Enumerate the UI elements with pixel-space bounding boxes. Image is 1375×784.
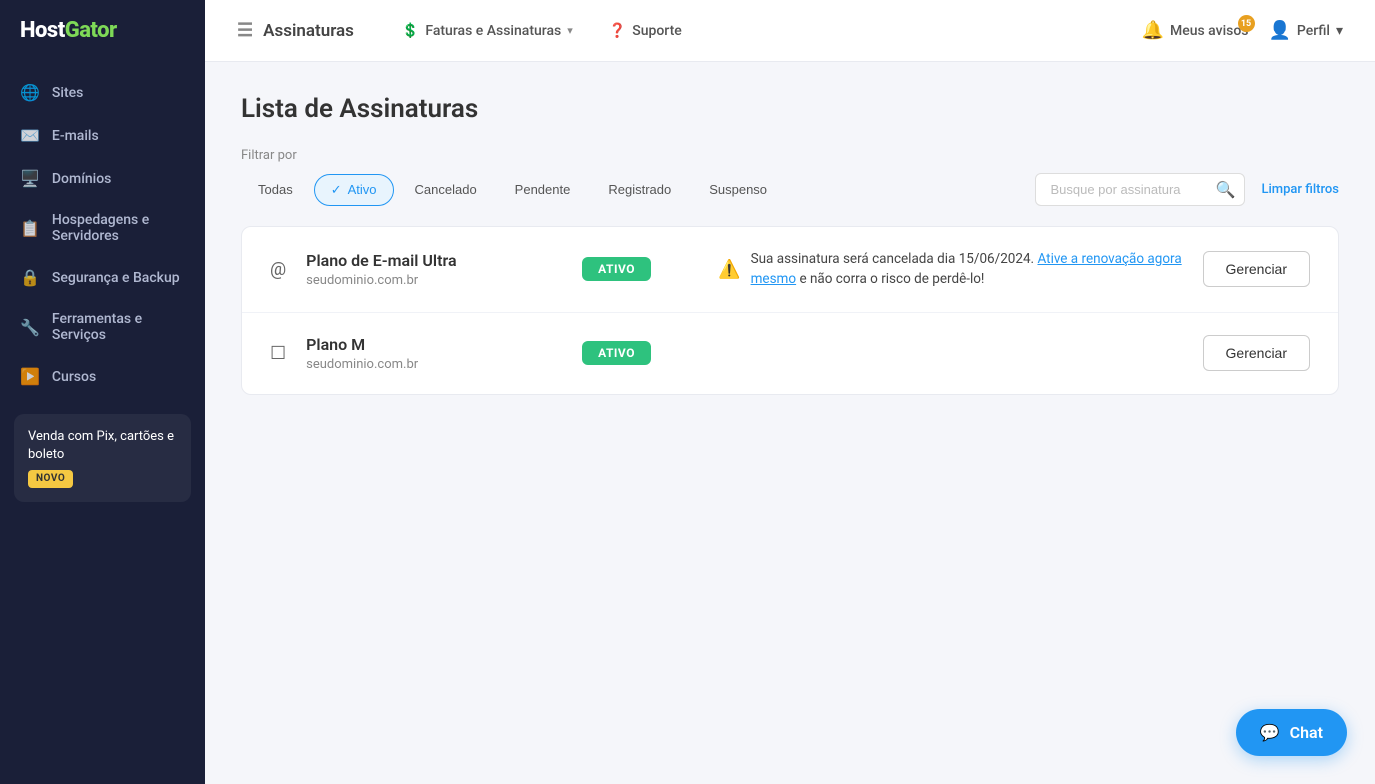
sub-name: Plano M — [306, 335, 566, 354]
renew-link[interactable]: Ative a renovação agora mesmo — [751, 251, 1182, 287]
status-badge: ATIVO — [582, 257, 651, 281]
sidebar-item-cursos[interactable]: ▶️ Cursos — [0, 355, 205, 398]
topbar: ☰ Assinaturas 💲 Faturas e Assinaturas ▾ … — [205, 0, 1375, 62]
sub-alert: ⚠️ Sua assinatura será cancelada dia 15/… — [718, 249, 1186, 290]
topbar-title-icon: ☰ — [237, 20, 253, 41]
filter-search-wrapper: 🔍 Limpar filtros — [1035, 173, 1339, 206]
checkmark-icon: ✓ — [331, 182, 342, 198]
search-icon: 🔍 — [1216, 180, 1236, 199]
sidebar-item-label: Domínios — [52, 171, 111, 187]
filter-label: Filtrar por — [241, 148, 1339, 163]
page-title: Lista de Assinaturas — [241, 94, 1339, 124]
novo-badge: NOVO — [28, 470, 73, 488]
sub-action: Gerenciar — [1203, 251, 1310, 287]
sidebar-item-sites[interactable]: 🌐 Sites — [0, 71, 205, 114]
table-row: @ Plano de E-mail Ultra seudominio.com.b… — [242, 227, 1338, 313]
faturas-label: Faturas e Assinaturas — [425, 23, 561, 39]
chat-button[interactable]: 💬 Chat — [1236, 709, 1347, 756]
faturas-icon: 💲 — [402, 23, 419, 39]
sub-status: ATIVO — [582, 341, 702, 365]
topbar-nav-suporte[interactable]: ❓ Suporte — [593, 15, 698, 47]
topbar-title: Assinaturas — [263, 21, 354, 41]
alert-text: Sua assinatura será cancelada dia 15/06/… — [751, 249, 1187, 290]
sidebar-item-label: Hospedagens e Servidores — [52, 212, 185, 244]
sub-name: Plano de E-mail Ultra — [306, 251, 566, 270]
sidebar-item-emails[interactable]: ✉️ E-mails — [0, 114, 205, 157]
filter-pendente[interactable]: Pendente — [498, 174, 588, 205]
notifications-button[interactable]: 🔔 15 Meus avisos — [1142, 20, 1249, 41]
filter-todas[interactable]: Todas — [241, 174, 310, 205]
emails-icon: ✉️ — [20, 126, 40, 145]
sidebar: HostGator 🌐 Sites ✉️ E-mails 🖥️ Domínios… — [0, 0, 205, 784]
filter-ativo[interactable]: ✓ Ativo — [314, 174, 394, 206]
clear-filters-button[interactable]: Limpar filtros — [1261, 182, 1339, 197]
manage-button-2[interactable]: Gerenciar — [1203, 335, 1310, 371]
sidebar-nav: 🌐 Sites ✉️ E-mails 🖥️ Domínios 📋 Hospeda… — [0, 61, 205, 784]
user-icon: 👤 — [1269, 20, 1291, 41]
suporte-label: Suporte — [632, 23, 682, 39]
hosting-plan-icon: ☐ — [270, 343, 286, 364]
bell-icon: 🔔 — [1142, 20, 1164, 41]
profile-label: Perfil — [1297, 23, 1330, 39]
sidebar-promo[interactable]: Venda com Pix, cartões e boleto NOVO — [14, 414, 191, 502]
seguranca-icon: 🔒 — [20, 268, 40, 287]
sub-domain: seudominio.com.br — [306, 357, 566, 372]
subscription-list: @ Plano de E-mail Ultra seudominio.com.b… — [241, 226, 1339, 395]
notification-badge: 15 — [1238, 15, 1255, 32]
filter-bar: Todas ✓ Ativo Cancelado Pendente Registr… — [241, 173, 1339, 206]
sidebar-item-ferramentas[interactable]: 🔧 Ferramentas e Serviços — [0, 299, 205, 355]
filter-section: Filtrar por Todas ✓ Ativo Cancelado Pend… — [241, 148, 1339, 206]
sub-domain: seudominio.com.br — [306, 273, 566, 288]
sidebar-item-dominios[interactable]: 🖥️ Domínios — [0, 157, 205, 200]
suporte-icon: ❓ — [609, 23, 626, 39]
filter-search: 🔍 — [1035, 173, 1245, 206]
sidebar-item-label: Ferramentas e Serviços — [52, 311, 185, 343]
sites-icon: 🌐 — [20, 83, 40, 102]
sub-status: ATIVO — [582, 257, 702, 281]
logo: HostGator — [0, 0, 205, 61]
sub-info: Plano M seudominio.com.br — [306, 335, 566, 372]
manage-button-1[interactable]: Gerenciar — [1203, 251, 1310, 287]
topbar-actions: 🔔 15 Meus avisos 👤 Perfil ▾ — [1142, 20, 1343, 41]
profile-chevron-icon: ▾ — [1336, 23, 1343, 39]
sub-action: Gerenciar — [1203, 335, 1310, 371]
main-content: ☰ Assinaturas 💲 Faturas e Assinaturas ▾ … — [205, 0, 1375, 784]
search-input[interactable] — [1035, 173, 1245, 206]
sidebar-item-label: Cursos — [52, 369, 96, 385]
dominios-icon: 🖥️ — [20, 169, 40, 188]
chat-icon: 💬 — [1260, 723, 1280, 742]
sidebar-item-label: E-mails — [52, 128, 99, 144]
profile-button[interactable]: 👤 Perfil ▾ — [1269, 20, 1344, 41]
alert-icon: ⚠️ — [718, 259, 740, 280]
sidebar-item-label: Segurança e Backup — [52, 270, 180, 286]
sidebar-item-hospedagens[interactable]: 📋 Hospedagens e Servidores — [0, 200, 205, 256]
sub-info: Plano de E-mail Ultra seudominio.com.br — [306, 251, 566, 288]
topbar-title-section: ☰ Assinaturas — [237, 20, 354, 41]
email-plan-icon: @ — [270, 259, 286, 280]
filter-registrado[interactable]: Registrado — [591, 174, 688, 205]
filter-cancelado[interactable]: Cancelado — [398, 174, 494, 205]
table-row: ☐ Plano M seudominio.com.br ATIVO Gerenc… — [242, 313, 1338, 394]
cursos-icon: ▶️ — [20, 367, 40, 386]
status-badge: ATIVO — [582, 341, 651, 365]
page-content: Lista de Assinaturas Filtrar por Todas ✓… — [205, 62, 1375, 784]
filter-suspenso[interactable]: Suspenso — [692, 174, 784, 205]
notifications-label: Meus avisos — [1170, 23, 1249, 39]
ferramentas-icon: 🔧 — [20, 318, 40, 337]
promo-text: Venda com Pix, cartões e boleto — [28, 428, 177, 464]
topbar-nav: 💲 Faturas e Assinaturas ▾ ❓ Suporte — [386, 15, 1142, 47]
chat-label: Chat — [1290, 723, 1323, 742]
sidebar-item-label: Sites — [52, 85, 83, 101]
topbar-nav-faturas[interactable]: 💲 Faturas e Assinaturas ▾ — [386, 15, 589, 47]
hospedagens-icon: 📋 — [20, 219, 40, 238]
chevron-down-icon: ▾ — [567, 24, 573, 37]
sidebar-item-seguranca[interactable]: 🔒 Segurança e Backup — [0, 256, 205, 299]
